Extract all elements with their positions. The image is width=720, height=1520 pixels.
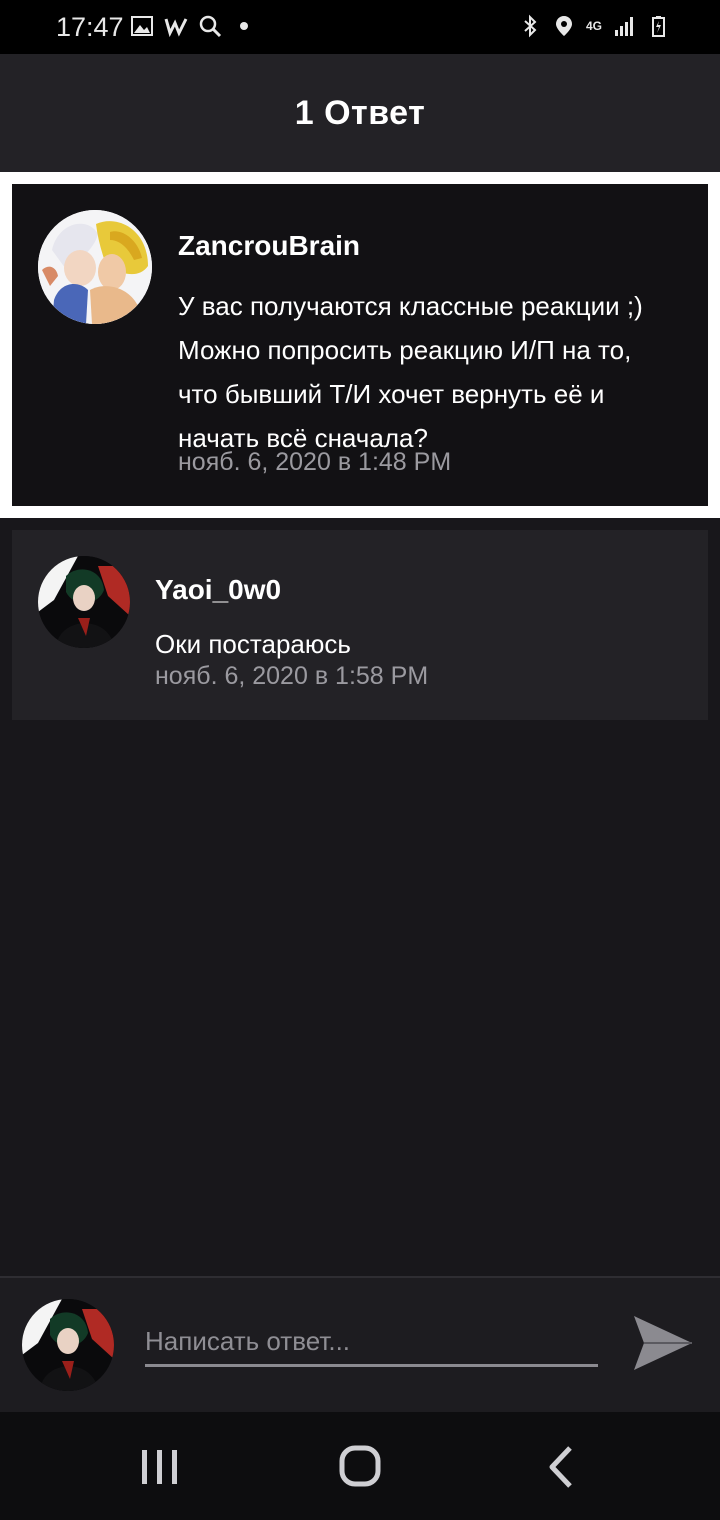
avatar[interactable] xyxy=(38,556,130,648)
comment-line: Можно попросить реакцию И/П на то, xyxy=(178,335,632,365)
w-app-icon xyxy=(164,18,188,38)
back-icon[interactable] xyxy=(532,1442,592,1492)
avatar xyxy=(22,1299,114,1391)
comment-timestamp: нояб. 6, 2020 в 1:48 PM xyxy=(178,448,452,476)
comment-line: У вас получаются классные реакции ;) xyxy=(178,291,643,321)
avatar-image xyxy=(38,556,130,648)
battery-icon xyxy=(652,16,665,37)
home-icon[interactable] xyxy=(330,1442,390,1492)
reply-input[interactable] xyxy=(145,1318,598,1367)
signal-icon xyxy=(615,17,633,36)
comment-body: Оки постараюсь xyxy=(155,629,351,659)
4g-icon: 4G xyxy=(585,19,602,33)
page-title: 1 Ответ xyxy=(294,93,426,132)
bluetooth-icon xyxy=(524,14,537,38)
comment-timestamp: нояб. 6, 2020 в 1:58 PM xyxy=(155,662,429,690)
avatar-image xyxy=(22,1299,114,1391)
status-time: 17:47 xyxy=(56,12,124,42)
send-icon[interactable] xyxy=(630,1312,696,1374)
comment-author[interactable]: ZancrouBrain xyxy=(178,230,360,262)
header: 1 Ответ xyxy=(0,54,720,172)
status-right-icons: 4G xyxy=(518,14,670,38)
location-icon xyxy=(555,16,572,36)
parent-comment-highlight: ZancrouBrain У вас получаются классные р… xyxy=(0,172,720,518)
comment-author[interactable]: Yaoi_0w0 xyxy=(155,574,281,606)
avatar[interactable] xyxy=(38,210,152,324)
comment-line: что бывший Т/И хочет вернуть её и xyxy=(178,379,605,409)
search-icon xyxy=(199,15,222,38)
dot-icon xyxy=(240,22,248,30)
parent-comment[interactable]: ZancrouBrain У вас получаются классные р… xyxy=(12,184,708,506)
recent-apps-icon[interactable] xyxy=(130,1442,190,1492)
navigation-bar xyxy=(0,1412,720,1520)
avatar-image xyxy=(38,210,152,324)
image-icon xyxy=(131,16,153,36)
reply-comment[interactable]: Yaoi_0w0 Оки постараюсь нояб. 6, 2020 в … xyxy=(12,530,708,720)
status-left-icons xyxy=(130,14,256,38)
status-bar: 17:47 4G xyxy=(0,0,720,54)
comment-body: У вас получаются классные реакции ;) Мож… xyxy=(178,284,698,460)
